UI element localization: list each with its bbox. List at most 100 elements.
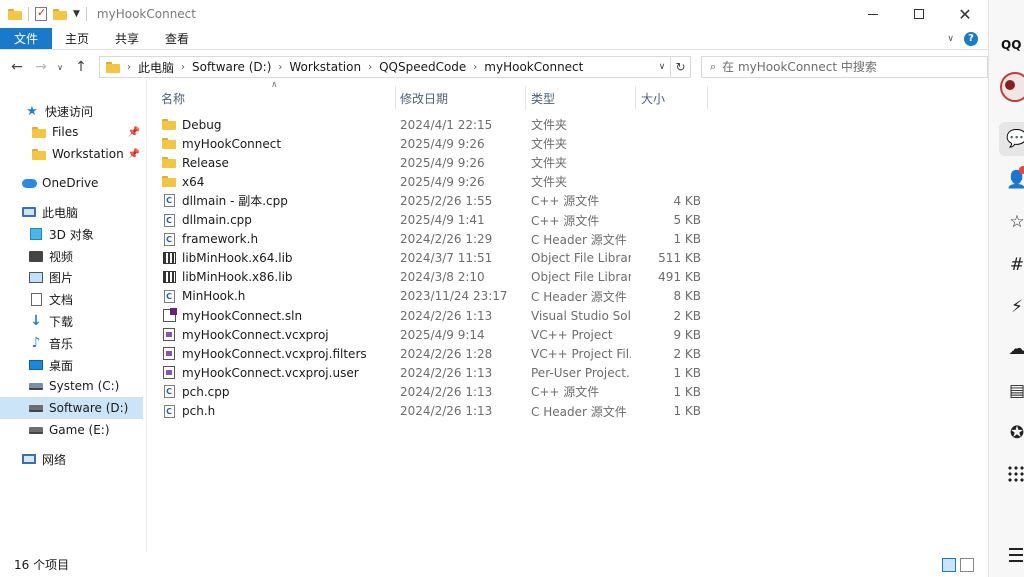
minimize-button[interactable] [850,0,896,28]
breadcrumb-myhookconnect[interactable]: myHookConnect [484,60,583,74]
chevron-down-icon[interactable]: ∨ [655,57,669,77]
file-type: Visual Studio Sol... [531,308,631,323]
file-date: 2024/4/1 22:15 [400,117,493,132]
favorites-icon[interactable]: ☆ [1007,212,1024,232]
nav-item-quick-access[interactable]: ★ 快速访问 [0,100,143,122]
chevron-right-icon[interactable]: › [473,62,477,73]
nav-item-system-c[interactable]: System (C:) [0,375,143,397]
table-row[interactable]: myHookConnect.sln 2024/2/26 1:13 Visual St… [161,306,707,325]
nav-item-downloads[interactable]: ↓ 下载 [0,310,143,332]
cloud-icon [21,175,37,191]
tab-view[interactable]: 查看 [152,28,202,49]
column-divider[interactable] [525,86,526,110]
chevron-right-icon[interactable]: › [127,62,131,73]
table-row[interactable]: Cdllmain.cpp 2025/4/9 1:41 C++ 源文件 5 KB [161,211,707,230]
tab-file[interactable]: 文件 [0,28,53,49]
message-icon[interactable]: 💬 [1006,129,1024,149]
more-apps-icon[interactable] [1007,465,1024,483]
nav-item-workstation[interactable]: Workstation 📌 [0,143,143,165]
chevron-right-icon[interactable]: › [278,62,282,73]
files-icon[interactable]: ▤ [1007,381,1024,401]
nav-item-pictures[interactable]: 图片 [0,266,143,288]
large-icons-view-icon[interactable] [960,558,974,572]
menu-icon[interactable] [1009,548,1023,550]
table-row[interactable]: Debug 2024/4/1 22:15 文件夹 [161,115,707,134]
file-type: Per-User Project... [531,365,631,380]
file-name: myHookConnect.sln [182,308,303,323]
search-input[interactable] [722,60,963,74]
nav-item-desktop[interactable]: 桌面 [0,354,143,376]
table-row[interactable]: C MinHook.h 2023/11/24 23:17 C Header 源文件 8 … [161,287,707,306]
table-row[interactable]: Release 2025/4/9 9:26 文件夹 [161,153,707,172]
recent-locations-button[interactable]: ∨ [53,56,67,78]
tab-home[interactable]: 主页 [52,28,102,49]
expand-ribbon-icon[interactable]: ∨ [947,34,954,44]
file-size: 1 KB [673,365,701,380]
nav-label: Software (D:) [49,401,129,415]
table-row[interactable]: myHookConnect 2025/4/9 9:26 文件夹 [161,134,707,153]
nav-item-this-pc[interactable]: 此电脑 [0,201,143,223]
refresh-icon[interactable]: ↻ [670,57,690,77]
nav-item-documents[interactable]: 文档 [0,288,143,310]
column-header-name[interactable]: 名称 [161,86,393,110]
nav-item-3d-objects[interactable]: 3D 对象 [0,223,143,245]
breadcrumb-software-d[interactable]: Software (D:) [192,60,271,74]
window-title: myHookConnect [96,7,196,21]
nav-item-files[interactable]: Files 📌 [0,121,143,143]
chevron-right-icon[interactable]: › [368,62,372,73]
table-row[interactable]: libMinHook.x64.lib 2024/3/7 11:51 Object F… [161,249,707,268]
close-button[interactable]: ✕ [942,0,988,28]
address-bar[interactable]: › 此电脑 › Software (D:) › Workstation › QQ… [99,56,691,78]
table-row[interactable]: myHookConnect.vcxproj.filters 2024/2/26 1… [161,344,707,363]
avatar[interactable] [1000,72,1024,102]
nav-item-music[interactable]: ♪ 音乐 [0,332,143,354]
table-row[interactable]: Cpch.cpp 2024/2/26 1:13 C++ 源文件 1 KB [161,382,707,401]
breadcrumb-this-pc[interactable]: 此电脑 [138,59,174,76]
table-row[interactable]: libMinHook.x86.lib 2024/3/8 2:10 Object Fi… [161,268,707,287]
forward-button[interactable]: → [31,56,51,78]
tab-share[interactable]: 共享 [102,28,152,49]
nav-item-network[interactable]: 网络 [0,448,143,470]
games-icon[interactable]: ⚡ [1007,297,1024,317]
channel-icon[interactable]: # [1007,255,1024,275]
navigation-pane: ★ 快速访问 Files 📌 Workstation 📌 OneDrive 此电… [0,92,146,552]
table-row[interactable]: Cframework.h 2024/2/26 1:29 C Header 源文件 1 … [161,230,707,249]
breadcrumb-workstation[interactable]: Workstation [289,60,361,74]
maximize-button[interactable] [896,0,942,28]
video-icon [28,248,44,264]
item-count: 16 个项目 [14,558,70,572]
breadcrumb-qqspeedcode[interactable]: QQSpeedCode [379,60,466,74]
cloud-icon[interactable]: ☁ [1007,339,1024,359]
nav-item-onedrive[interactable]: OneDrive [0,172,143,194]
new-folder-icon[interactable] [53,8,67,20]
column-header-date[interactable]: 修改日期 [400,86,520,110]
project-file-icon [161,366,177,380]
chevron-right-icon[interactable]: › [181,62,185,73]
nav-item-videos[interactable]: 视频 [0,245,143,267]
column-divider[interactable] [635,86,636,110]
pin-icon[interactable]: 📌 [128,127,140,138]
table-row[interactable]: myHookConnect.vcxproj 2025/4/9 9:14 VC++ P… [161,325,707,344]
column-divider[interactable] [707,86,708,110]
table-row[interactable]: Cdllmain - 副本.cpp 2025/2/26 1:55 C++ 源文件 4 … [161,191,707,210]
table-row[interactable]: myHookConnect.vcxproj.user 2024/2/26 1:13… [161,363,707,382]
search-box[interactable]: ⌕ [701,56,988,78]
file-date: 2024/3/8 2:10 [400,270,485,285]
nav-item-software-d[interactable]: Software (D:) [0,397,143,419]
zone-icon[interactable]: ✪ [1007,423,1024,443]
pin-icon[interactable]: 📌 [128,149,140,160]
chevron-down-icon[interactable]: ▼ [73,9,80,19]
up-button[interactable]: ↑ [71,56,91,78]
help-icon[interactable]: ? [964,31,978,46]
column-header-size[interactable]: 大小 [641,86,701,110]
table-row[interactable]: x64 2025/4/9 9:26 文件夹 [161,172,707,191]
properties-icon[interactable] [35,6,47,21]
back-button[interactable]: ← [7,56,27,78]
table-row[interactable]: Cpch.h 2024/2/26 1:13 C Header 源文件 1 KB [161,402,707,421]
nav-item-game-e[interactable]: Game (E:) [0,419,143,441]
column-header-type[interactable]: 类型 [531,86,631,110]
cpp-file-icon: C [161,194,177,208]
folder-icon[interactable] [8,8,22,20]
details-view-icon[interactable] [942,558,956,572]
column-divider[interactable] [395,86,396,110]
